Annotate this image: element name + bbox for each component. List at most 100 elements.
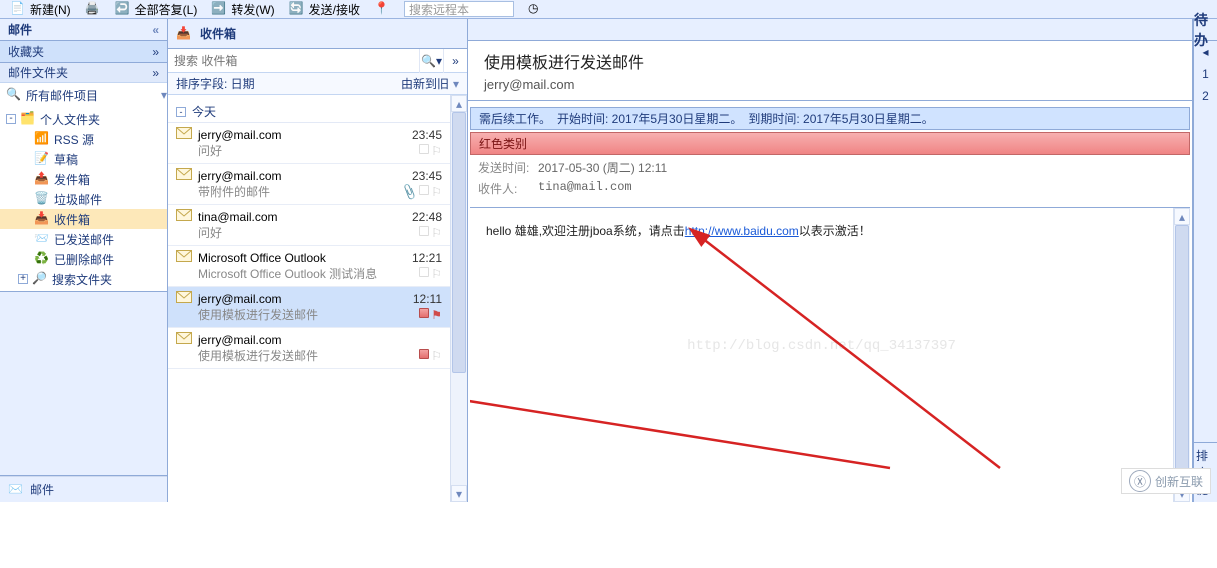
collapse-icon[interactable]: - [6, 114, 16, 124]
todo-prev-icon[interactable]: ◂ [1194, 41, 1217, 63]
group-today[interactable]: -今天 [168, 101, 450, 123]
reply-all-button[interactable]: ↩️全部答复(L) [111, 1, 202, 18]
message-time: 23:45 [412, 128, 442, 142]
message-from: jerry@mail.com [198, 169, 282, 183]
message-from: jerry@mail.com [198, 333, 282, 347]
collapse-nav-icon[interactable]: « [152, 23, 159, 37]
scroll-down-icon[interactable]: ▾ [451, 485, 467, 502]
nav-title: 邮件 [8, 21, 32, 38]
mail-folders-chevron-icon[interactable]: » [152, 66, 159, 80]
drafts[interactable]: 📝草稿 [0, 149, 167, 169]
scroll-up-icon[interactable]: ▴ [1174, 208, 1190, 225]
forward-button[interactable]: ➡️转发(W) [207, 1, 278, 18]
reading-scrollbar[interactable]: ▴ ▾ [1173, 208, 1190, 502]
message-item[interactable]: jerry@mail.com12:11使用模板进行发送邮件⚑ [168, 287, 450, 328]
sent-icon: 📨 [34, 231, 50, 247]
envelope-icon [176, 291, 192, 306]
sent[interactable]: 📨已发送邮件 [0, 229, 167, 249]
scroll-up-icon[interactable]: ▴ [451, 95, 467, 112]
todo-digit: 1 [1194, 63, 1217, 85]
mail-folders-label: 邮件文件夹 [8, 64, 68, 81]
sent-label: 发送时间: [478, 159, 538, 176]
todo-digit: 2 [1194, 85, 1217, 107]
navigation-pane: 邮件 « 收藏夹 » 邮件文件夹 » 🔍所有邮件项目▾ -🗂️个人文件夹 📶RS… [0, 19, 168, 502]
new-label: 新建(N) [30, 1, 71, 18]
message-subject: 使用模板进行发送邮件 [198, 306, 318, 323]
search-input[interactable] [168, 50, 419, 72]
list-scrollbar[interactable]: ▴ ▾ [450, 95, 467, 502]
mail-icon: ✉️ [8, 482, 24, 498]
sendreceive-label: 发送/接收 [309, 1, 360, 18]
envelope-icon [176, 127, 192, 142]
envelope-icon [176, 250, 192, 265]
followup-info-bar[interactable]: 需后续工作。 开始时间: 2017年5月30日星期二。 到期时间: 2017年5… [470, 107, 1190, 130]
flag-outline-icon[interactable]: ⚐ [431, 185, 442, 199]
category-empty-icon [419, 226, 429, 236]
search-folders-icon: 🔎 [32, 271, 48, 287]
search-icon: 🔍▾ [421, 54, 442, 68]
reading-pane: 使用模板进行发送邮件 jerry@mail.com 需后续工作。 开始时间: 2… [468, 19, 1193, 502]
message-subject: 问好 [198, 142, 222, 159]
todo-header: 待办 [1194, 19, 1217, 41]
category-bar[interactable]: 红色类别 [470, 132, 1190, 155]
favorites-chevron-icon[interactable]: » [152, 45, 159, 59]
category-red-icon [419, 349, 429, 359]
message-from: Microsoft Office Outlook [198, 251, 326, 265]
body-text-suffix: 以表示激活！ [799, 224, 871, 238]
nav-bottom: ✉️邮件 [0, 475, 167, 502]
envelope-icon [176, 168, 192, 183]
flag-outline-icon[interactable]: ⚐ [431, 226, 442, 240]
personal-folders[interactable]: -🗂️个人文件夹 [0, 109, 167, 129]
nav-header-mail: 邮件 « [0, 19, 167, 41]
sent-value: 2017-05-30 (周二) 12:11 [538, 159, 1182, 176]
reply-all-label: 全部答复(L) [135, 1, 198, 18]
message-item[interactable]: Microsoft Office Outlook12:21Microsoft O… [168, 246, 450, 287]
outbox[interactable]: 📤发件箱 [0, 169, 167, 189]
favorites-header[interactable]: 收藏夹 » [0, 41, 167, 63]
sort-chevron-icon[interactable]: ▾ [453, 77, 459, 91]
sort-header[interactable]: 排序字段: 日期 由新到旧 ▾ [168, 73, 467, 95]
message-item[interactable]: jerry@mail.com23:45带附件的邮件📎⚐ [168, 164, 450, 205]
all-mail-items[interactable]: 🔍所有邮件项目▾ [0, 85, 167, 105]
reading-meta: 发送时间: 2017-05-30 (周二) 12:11 收件人: tina@ma… [468, 155, 1192, 201]
reading-body[interactable]: hello 雄雄,欢迎注册jboa系统，请点击http://www.baidu.… [470, 208, 1173, 502]
message-time: 22:48 [412, 210, 442, 224]
message-item[interactable]: tina@mail.com22:48问好⚐ [168, 205, 450, 246]
message-item[interactable]: jerry@mail.com使用模板进行发送邮件⚐ [168, 328, 450, 369]
category-empty-icon [419, 144, 429, 154]
nav-mail-button[interactable]: ✉️邮件 [0, 476, 167, 502]
search-expand-button[interactable]: » [443, 49, 467, 73]
to-label: 收件人: [478, 180, 538, 197]
junk-icon: 🗑️ [34, 191, 50, 207]
message-time: 23:45 [412, 169, 442, 183]
chevron-down-icon: » [452, 54, 459, 68]
inbox[interactable]: 📥收件箱 [0, 209, 167, 229]
reading-subject: 使用模板进行发送邮件 [484, 49, 1176, 73]
drafts-icon: 📝 [34, 151, 50, 167]
flag-icon[interactable]: ⚑ [431, 308, 442, 322]
rss-feeds[interactable]: 📶RSS 源 [0, 129, 167, 149]
favorites-label: 收藏夹 [8, 43, 44, 60]
deleted[interactable]: ♻️已删除邮件 [0, 249, 167, 269]
search-button[interactable]: 🔍▾ [419, 49, 443, 73]
address-search-box[interactable]: 搜索远程本 [404, 1, 514, 17]
message-subject: 带附件的邮件 [198, 183, 270, 200]
message-time: 12:21 [412, 251, 442, 265]
flag-outline-icon[interactable]: ⚐ [431, 144, 442, 158]
message-list-pane: 📥收件箱 🔍▾ » 排序字段: 日期 由新到旧 ▾ -今天 jerry@mail… [168, 19, 468, 502]
sendreceive-button[interactable]: 🔄发送/接收 [285, 1, 364, 18]
new-button[interactable]: 📄新建(N) [6, 1, 75, 18]
junk[interactable]: 🗑️垃圾邮件 [0, 189, 167, 209]
flag-outline-icon[interactable]: ⚐ [431, 349, 442, 363]
outbox-icon: 📤 [34, 171, 50, 187]
todo-bar[interactable]: 待办 ◂ 1 2 排序 键 [1193, 19, 1217, 502]
expand-icon[interactable]: + [18, 274, 28, 284]
search-folders[interactable]: +🔎搜索文件夹 [0, 269, 167, 289]
mail-folders-header[interactable]: 邮件文件夹 » [0, 63, 167, 83]
message-list[interactable]: -今天 jerry@mail.com23:45问好⚐jerry@mail.com… [168, 95, 450, 502]
message-from: jerry@mail.com [198, 128, 282, 142]
activation-link[interactable]: http://www.baidu.com [685, 224, 799, 238]
message-item[interactable]: jerry@mail.com 23:45 问好 ⚐ [168, 123, 450, 164]
rss-icon: 📶 [34, 131, 50, 147]
flag-outline-icon[interactable]: ⚐ [431, 267, 442, 281]
